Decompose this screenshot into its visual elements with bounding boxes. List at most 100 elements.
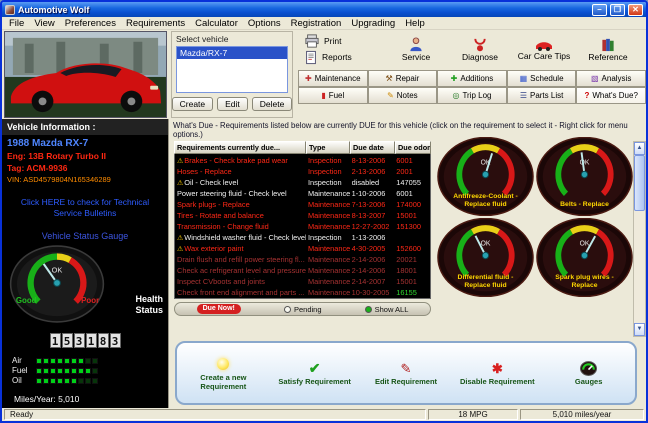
menu-file[interactable]: File [4,18,29,29]
create-vehicle-button[interactable]: Create [172,97,214,111]
tab-repair[interactable]: ⚒Repair [368,70,438,87]
warning-icon: ⚠ [177,180,183,187]
column-header-type[interactable]: Type [306,141,350,154]
create-requirement-button[interactable]: Create a new Requirement [178,356,268,391]
scroll-down-arrow[interactable]: ▼ [634,323,645,336]
column-header-due-odom[interactable]: Due odom... [395,141,431,154]
column-header-due-date[interactable]: Due date [350,141,395,154]
tab-trip-log[interactable]: ◎Trip Log [437,87,507,104]
tab-strip: ✚Maintenance ⚒Repair ✚Additions ▦Schedul… [298,70,646,104]
filter-pending[interactable]: Pending [284,305,322,314]
fluid-meters: Air Fuel Oil [12,356,168,385]
tsb-link[interactable]: Click HERE to check for Technical Servic… [12,197,158,219]
table-row[interactable]: Hoses - ReplaceInspection2-13-20062001 [175,166,430,177]
table-row[interactable]: Transmission - Change fluidMaintenance12… [175,221,430,232]
air-meter [36,358,98,364]
gauge-spark-plug-wires: OK Spark plug wires - Replace [536,218,633,297]
close-button[interactable]: ✕ [628,4,643,16]
disable-icon: ✱ [492,361,503,377]
table-row[interactable]: Inspect CVboots and jointsMaintenance2-1… [175,276,430,287]
gauge-belts: OK Belts - Replace [536,137,633,216]
filter-legend: Due Now! Pending Show ALL [174,302,431,316]
status-bar: Ready 18 MPG 5,010 miles/year [2,408,646,421]
menu-registration[interactable]: Registration [286,18,347,29]
edit-requirement-button[interactable]: ✎ Edit Requirement [361,360,451,386]
health-gauge: OK Good Poor Health Status [2,245,168,323]
oil-meter [36,378,98,384]
svg-text:Good: Good [16,296,37,305]
maximize-button[interactable]: ❐ [610,4,625,16]
vehicle-list[interactable]: Mazda/RX-7 [176,46,288,93]
menu-view[interactable]: View [29,18,59,29]
edit-icon: ✎ [401,361,412,377]
print-button[interactable]: Print [298,34,384,48]
menu-help[interactable]: Help [400,18,430,29]
window-title: Automotive Wolf [18,5,589,15]
car-icon [535,37,553,51]
gauge-differential: OK Differential fluid - Replace fluid [437,218,534,297]
table-row[interactable]: Spark plugs - ReplaceMaintenance7-13-200… [175,199,430,210]
menu-options[interactable]: Options [243,18,286,29]
menu-calculator[interactable]: Calculator [190,18,243,29]
svg-text:OK: OK [52,265,63,274]
miles-per-year: Miles/Year: 5,010 [2,386,168,404]
delete-vehicle-button[interactable]: Delete [252,97,293,111]
gauges-button[interactable]: Gauges [544,360,634,386]
status-gauges: OK Antifreeze-Coolant - Replace fluid OK [437,137,633,297]
tab-maintenance[interactable]: ✚Maintenance [298,70,368,87]
table-row[interactable]: Check front end alignment and parts ...M… [175,287,430,298]
table-row[interactable]: ⚠Wax exterior paintMaintenance4-30-20051… [175,243,430,254]
reference-button[interactable]: Reference [576,37,640,62]
menu-preferences[interactable]: Preferences [60,18,121,29]
vehicle-info-header: Vehicle Information : [2,119,168,135]
table-row[interactable]: ⚠Windshield washer fluid - Check levelIn… [175,232,430,243]
disable-requirement-button[interactable]: ✱ Disable Requirement [452,360,542,386]
tab-analysis[interactable]: ▧Analysis [576,70,646,87]
question-icon: ? [584,92,589,100]
tab-additions[interactable]: ✚Additions [437,70,507,87]
tab-schedule[interactable]: ▦Schedule [507,70,577,87]
car-care-tips-button[interactable]: Car Care Tips [512,37,576,61]
lightbulb-icon [217,358,229,370]
minimize-button[interactable]: – [592,4,607,16]
tab-whats-due[interactable]: ?What's Due? [576,87,646,104]
vehicle-list-item[interactable]: Mazda/RX-7 [177,47,287,59]
svg-text:OK: OK [580,240,590,247]
column-header-requirement[interactable]: Requirements currently due... [174,141,306,154]
satisfy-requirement-button[interactable]: ✔ Satisfy Requirement [270,360,360,386]
edit-vehicle-button[interactable]: Edit [217,97,248,111]
top-toolbar: Print Reports Service Di [298,30,646,68]
table-row[interactable]: Tires - Rotate and balanceMaintenance8-1… [175,210,430,221]
diagnose-button[interactable]: Diagnose [448,37,512,62]
table-row[interactable]: ⚠Brakes - Check brake pad wearInspection… [175,155,430,166]
tab-fuel[interactable]: ▮Fuel [298,87,368,104]
filter-due-now[interactable]: Due Now! [197,304,241,314]
service-button[interactable]: Service [384,37,448,62]
reports-button[interactable]: Reports [298,50,384,65]
menu-upgrading[interactable]: Upgrading [346,18,400,29]
tab-parts-list[interactable]: ☰Parts List [507,87,577,104]
scrollbar-thumb[interactable] [634,155,645,211]
vehicle-engine: Eng: 13B Rotary Turbo II [2,150,168,162]
svg-text:Poor: Poor [81,296,99,305]
diagnose-icon [472,37,488,52]
scroll-up-arrow[interactable]: ▲ [634,142,645,155]
odometer: 153183 [2,333,168,348]
select-vehicle-panel: Select vehicle Mazda/RX-7 Create Edit De… [171,31,293,118]
vehicle-tag: Tag: ACM-9936 [2,162,168,174]
status-mpg: 18 MPG [428,409,518,420]
gauge-antifreeze: OK Antifreeze-Coolant - Replace fluid [437,137,534,216]
calendar-icon: ▦ [520,75,528,83]
vertical-scrollbar[interactable]: ▲ ▼ [633,141,646,337]
tab-notes[interactable]: ✎Notes [368,87,438,104]
table-row[interactable]: Check ac refrigerant level and pressureM… [175,265,430,276]
filter-show-all[interactable]: Show ALL [365,305,409,314]
table-row[interactable]: Drain flush and refill power steering fl… [175,254,430,265]
fuel-pump-icon: ▮ [321,92,325,100]
maintenance-cross-icon: ✚ [305,75,312,83]
svg-text:OK: OK [580,159,590,166]
requirements-table: Requirements currently due... Type Due d… [174,141,431,299]
table-row[interactable]: Power steering fluid - Check levelMainte… [175,188,430,199]
table-row[interactable]: ⚠Oil - Check levelInspectiondisabled1470… [175,177,430,188]
menu-requirements[interactable]: Requirements [121,18,190,29]
